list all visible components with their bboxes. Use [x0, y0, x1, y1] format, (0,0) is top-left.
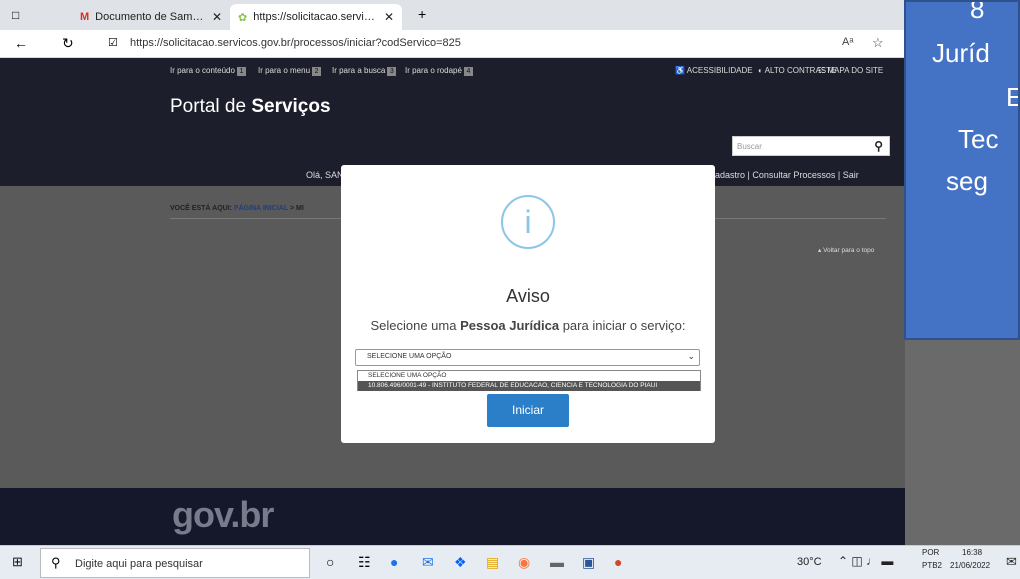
- slide-text: Juríd: [932, 38, 990, 68]
- dropbox-icon[interactable]: ❖: [454, 554, 467, 571]
- tab-title: https://solicitacao.servicos.gov.b: [253, 11, 378, 23]
- skip-link-search[interactable]: Ir para a busca 3: [332, 66, 399, 76]
- windows-start-icon[interactable]: ⊞: [12, 554, 23, 570]
- slide-text: Tec: [958, 124, 999, 154]
- mail-icon[interactable]: ✉: [422, 554, 434, 571]
- system-tray-icons[interactable]: ⌃ ◫ ♩ ▬: [838, 554, 893, 568]
- keyboard-layout[interactable]: PTB2: [922, 561, 942, 570]
- back-to-top-link[interactable]: ▴ Voltar para o topo: [818, 246, 874, 254]
- clock-time[interactable]: 16:38: [962, 548, 982, 557]
- notification-icon[interactable]: ✉: [1006, 554, 1017, 570]
- user-greeting: Olá, SAN: [306, 170, 344, 180]
- url-field[interactable]: https://solicitacao.servicos.gov.br/proc…: [130, 37, 461, 49]
- read-aloud-icon[interactable]: Aᵃ: [842, 36, 853, 48]
- taskbar-search-input[interactable]: ⚲ Digite aqui para pesquisar: [40, 548, 310, 578]
- leaf-icon: ✿: [238, 11, 248, 24]
- search-icon: ⚲: [51, 555, 61, 570]
- close-tab-icon[interactable]: ✕: [384, 10, 394, 24]
- slide-text: E: [1006, 82, 1018, 113]
- back-icon[interactable]: ←: [14, 35, 28, 51]
- breadcrumb: VOCÊ ESTÁ AQUI: PÁGINA INICIAL > MI: [170, 205, 304, 212]
- address-bar: ← ↻ ☑ https://solicitacao.servicos.gov.b…: [0, 30, 1020, 58]
- task-view-icon[interactable]: ☷: [358, 554, 371, 571]
- slide-overlay: 8 Juríd E Tec seg: [904, 0, 1020, 340]
- breadcrumb-home[interactable]: PÁGINA INICIAL: [234, 205, 288, 212]
- skip-link-footer[interactable]: Ir para o rodapé 4: [405, 66, 476, 76]
- amazon-icon[interactable]: ▬: [550, 554, 564, 570]
- govbr-logo[interactable]: gov.br: [172, 494, 274, 536]
- select-value: SELECIONE UMA OPÇÃO: [367, 353, 452, 360]
- new-tab-button[interactable]: +: [418, 6, 426, 22]
- search-placeholder: Buscar: [737, 142, 762, 151]
- sitemap-link[interactable]: ☷ MAPA DO SITE: [818, 66, 883, 75]
- user-links[interactable]: adastro | Consultar Processos | Sair: [715, 170, 859, 180]
- taskbar-search-placeholder: Digite aqui para pesquisar: [75, 558, 203, 570]
- lock-icon[interactable]: ☑: [108, 36, 118, 49]
- tab-solicitacao[interactable]: ✿ https://solicitacao.servicos.gov.b ✕: [230, 4, 402, 30]
- favorite-icon[interactable]: ☆: [872, 35, 884, 51]
- dialog-title: Aviso: [506, 286, 550, 306]
- slide-text: 8: [970, 0, 985, 24]
- tab-actions-icon[interactable]: □: [12, 8, 19, 22]
- skip-link-menu[interactable]: Ir para o menu 2: [258, 66, 324, 76]
- close-tab-icon[interactable]: ✕: [212, 10, 222, 24]
- portal-title[interactable]: Portal de Serviços: [170, 96, 331, 118]
- aviso-dialog: i Aviso Selecione uma Pessoa Jurídica pa…: [341, 165, 715, 443]
- tab-title: Documento de Samara Pereira -: [95, 11, 206, 23]
- select-option[interactable]: 10.806.496/0001-49 - INSTITUTO FEDERAL D…: [358, 381, 700, 391]
- skip-link-content[interactable]: Ir para o conteúdo 1: [170, 66, 249, 76]
- file-explorer-icon[interactable]: ▤: [486, 554, 499, 571]
- info-icon: i: [501, 195, 555, 249]
- windows-taskbar: ⊞ ⚲ Digite aqui para pesquisar ○ ☷ ● ✉ ❖…: [0, 545, 1020, 579]
- powerpoint-icon[interactable]: ●: [614, 554, 622, 570]
- refresh-icon[interactable]: ↻: [62, 35, 74, 52]
- select-option[interactable]: SELECIONE UMA OPÇÃO: [358, 371, 700, 381]
- chevron-down-icon: ⌄: [687, 351, 695, 361]
- cortana-icon[interactable]: ○: [326, 554, 334, 570]
- clock-date[interactable]: 21/06/2022: [950, 561, 990, 570]
- iniciar-button[interactable]: Iniciar: [487, 394, 569, 427]
- gmail-icon: M: [80, 11, 90, 23]
- edge-icon[interactable]: ●: [390, 554, 398, 570]
- slide-text: seg: [946, 166, 988, 196]
- weather-temperature[interactable]: 30°C: [797, 556, 822, 568]
- dialog-message: Selecione uma Pessoa Jurídica para inici…: [370, 318, 686, 333]
- site-footer: [0, 488, 905, 545]
- browser-tab-bar: □ M Documento de Samara Pereira - ✕ ✿ ht…: [0, 0, 1020, 30]
- search-input[interactable]: Buscar ⚲: [732, 136, 890, 156]
- accessibility-link[interactable]: ♿ ACESSIBILIDADE: [675, 66, 753, 75]
- select-dropdown: SELECIONE UMA OPÇÃO 10.806.496/0001-49 -…: [357, 370, 701, 391]
- word-icon[interactable]: ▣: [582, 554, 595, 571]
- search-icon[interactable]: ⚲: [874, 139, 883, 153]
- pessoa-juridica-select[interactable]: SELECIONE UMA OPÇÃO ⌄: [355, 349, 700, 366]
- firefox-icon[interactable]: ◉: [518, 554, 530, 571]
- tab-gmail[interactable]: M Documento de Samara Pereira - ✕: [72, 4, 230, 30]
- language-indicator[interactable]: POR: [922, 548, 939, 557]
